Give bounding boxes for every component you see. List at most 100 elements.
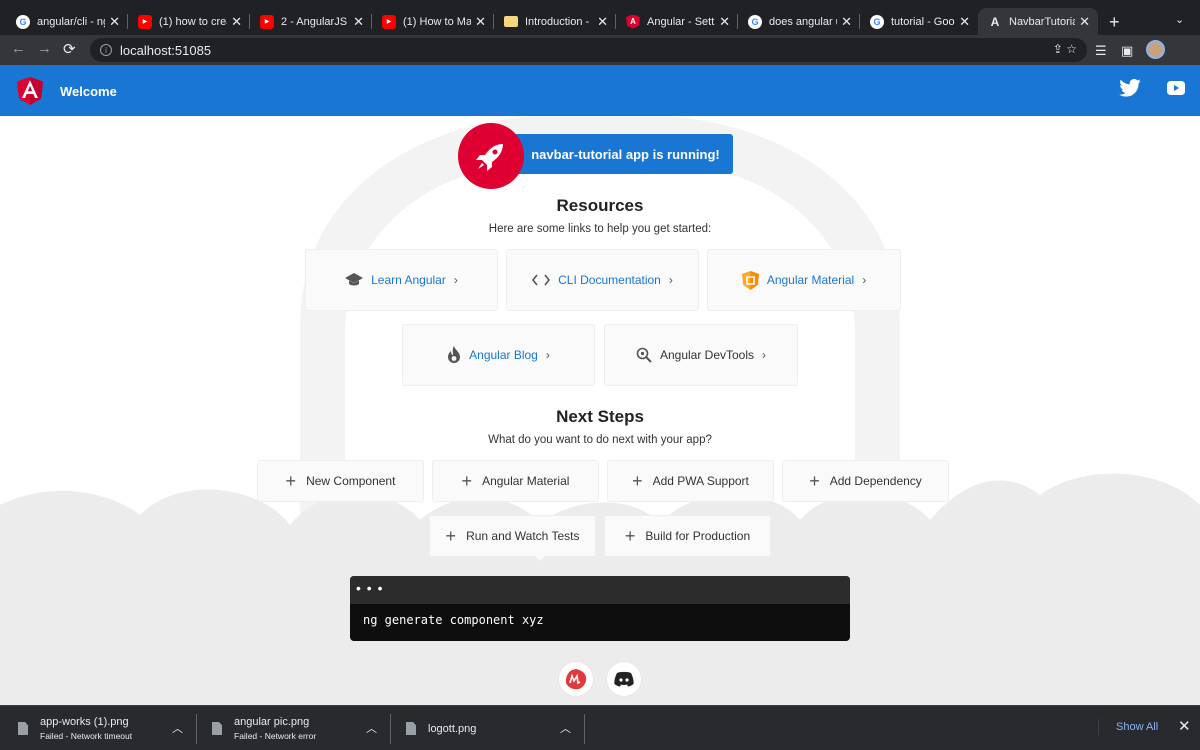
side-panel-icon[interactable]: ▣ [1121, 43, 1133, 59]
chevron-right-icon: › [762, 348, 767, 362]
youtube-icon: ▶ [382, 14, 396, 29]
resource-card-cli-docs[interactable]: CLI Documentation › [506, 249, 699, 311]
angular-logo [17, 77, 43, 105]
browser-tab[interactable]: ▶ (1) how to crea ✕ [128, 8, 250, 35]
browser-tab-active[interactable]: A NavbarTutorial ✕ [978, 8, 1098, 35]
close-tab-icon[interactable]: ✕ [231, 14, 242, 30]
download-separator [390, 714, 391, 744]
next-step-label: Add Dependency [829, 474, 922, 488]
close-tab-icon[interactable]: ✕ [353, 14, 364, 30]
terminal-command: ng generate component xyz [363, 613, 544, 627]
terminal: • • • ng generate component xyz [350, 576, 850, 641]
close-icon[interactable]: ✕ [1178, 717, 1191, 735]
graduation-cap-icon [345, 273, 364, 287]
next-step-angular-material[interactable]: + Angular Material [432, 460, 599, 502]
resource-card-learn-angular[interactable]: Learn Angular › [305, 249, 498, 311]
reading-list-icon[interactable]: ☰ [1095, 43, 1107, 59]
reload-icon[interactable]: ⟳ [63, 40, 76, 58]
plus-icon: + [445, 526, 457, 546]
download-filename: logott.png [428, 722, 477, 735]
resource-card-angular-devtools[interactable]: Angular DevTools › [604, 324, 798, 386]
next-step-label: Add PWA Support [652, 474, 749, 488]
address-bar[interactable]: i localhost:51085 ⇪ ☆ [90, 38, 1087, 62]
forward-icon[interactable]: → [37, 40, 52, 57]
next-steps-heading: Next Steps [556, 407, 644, 426]
next-step-add-pwa[interactable]: + Add PWA Support [607, 460, 774, 502]
tab-title: 2 - AngularJS [281, 15, 348, 28]
download-status: Failed - Network error [234, 731, 317, 741]
download-shelf: app-works (1).png Failed - Network timeo… [0, 705, 1200, 750]
a-icon: A [990, 14, 1000, 29]
close-tab-icon[interactable]: ✕ [841, 14, 852, 30]
file-icon [212, 722, 222, 735]
chevron-up-icon[interactable]: ︿ [172, 720, 183, 736]
youtube-icon: ▶ [138, 14, 152, 29]
rocket-icon [476, 144, 503, 171]
browser-tab[interactable]: G does angular u ✕ [738, 8, 860, 35]
download-item[interactable]: app-works (1).png Failed - Network timeo… [18, 706, 193, 750]
tab-title: Angular - Sett [647, 15, 715, 28]
next-step-add-dependency[interactable]: + Add Dependency [782, 460, 949, 502]
browser-tab[interactable]: G tutorial - Goog ✕ [860, 8, 978, 35]
material-shield-icon [741, 270, 759, 290]
discord-button[interactable] [606, 661, 642, 697]
magnifier-icon [636, 347, 652, 363]
meetup-icon [565, 669, 587, 690]
close-tab-icon[interactable]: ✕ [109, 14, 120, 30]
browser-tab[interactable]: Introduction - ✕ [494, 8, 616, 35]
resource-card-label: Angular DevTools [659, 348, 755, 362]
youtube-icon[interactable] [1167, 81, 1185, 95]
browser-tab[interactable]: ▶ (1) How to Ma ✕ [372, 8, 494, 35]
tab-search-icon[interactable]: ⌄ [1175, 13, 1184, 26]
selection-pointer [533, 554, 547, 561]
plus-icon: + [632, 471, 643, 491]
resource-card-angular-material[interactable]: Angular Material › [707, 249, 901, 311]
site-info-icon[interactable]: i [100, 44, 112, 56]
chevron-right-icon: › [862, 273, 867, 287]
tab-strip: G angular/cli - ng ✕ ▶ (1) how to crea ✕… [0, 0, 1200, 35]
close-tab-icon[interactable]: ✕ [959, 14, 970, 30]
next-step-build-production[interactable]: + Build for Production [604, 515, 771, 557]
download-item[interactable]: angular pic.png Failed - Network error ︿ [212, 706, 387, 750]
chevron-up-icon[interactable]: ︿ [560, 720, 571, 736]
chevron-right-icon: › [668, 273, 673, 287]
close-tab-icon[interactable]: ✕ [719, 14, 730, 30]
download-status: Failed - Network timeout [40, 731, 133, 741]
close-tab-icon[interactable]: ✕ [475, 14, 486, 30]
folder-icon [504, 16, 518, 27]
next-step-new-component[interactable]: + New Component [257, 460, 424, 502]
youtube-icon: ▶ [260, 14, 274, 29]
new-tab-icon[interactable]: + [1109, 12, 1120, 33]
file-icon [18, 722, 28, 735]
resource-card-label: Angular Blog [469, 348, 538, 362]
browser-tab[interactable]: G angular/cli - ng ✕ [6, 8, 128, 35]
back-icon[interactable]: ← [11, 40, 26, 57]
tab-title: tutorial - Goog [891, 15, 956, 28]
page-content: Welcome navbar-tutorial app is running! … [0, 65, 1200, 705]
download-filename: app-works (1).png [40, 716, 129, 728]
browser-tab[interactable]: ▶ 2 - AngularJS ✕ [250, 8, 372, 35]
close-tab-icon[interactable]: ✕ [597, 14, 608, 30]
next-steps-subheading: What do you want to do next with your ap… [488, 434, 712, 446]
browser-tab[interactable]: A Angular - Sett ✕ [616, 8, 738, 35]
terminal-dots: • • • [350, 576, 850, 604]
close-tab-icon[interactable]: ✕ [1079, 14, 1090, 30]
plus-icon: + [461, 471, 473, 491]
show-all-button[interactable]: Show All [1098, 719, 1175, 735]
meetup-button[interactable] [558, 661, 594, 697]
next-step-label: New Component [306, 474, 396, 488]
twitter-icon[interactable] [1119, 79, 1141, 97]
download-item[interactable]: logott.png ︿ [406, 706, 581, 750]
resource-card-angular-blog[interactable]: Angular Blog › [402, 324, 595, 386]
resource-card-label: Learn Angular [371, 273, 446, 287]
chevron-up-icon[interactable]: ︿ [366, 720, 377, 736]
profile-avatar[interactable] [1146, 40, 1165, 59]
tab-title: Introduction - [525, 15, 590, 28]
plus-icon: + [809, 471, 820, 491]
file-icon [406, 722, 416, 735]
app-title: Welcome [60, 84, 117, 99]
download-separator [196, 714, 197, 744]
share-bookmark-icons[interactable]: ⇪ ☆ [1053, 42, 1077, 56]
angular-icon: A [626, 14, 640, 29]
next-step-run-tests[interactable]: + Run and Watch Tests [429, 515, 596, 557]
